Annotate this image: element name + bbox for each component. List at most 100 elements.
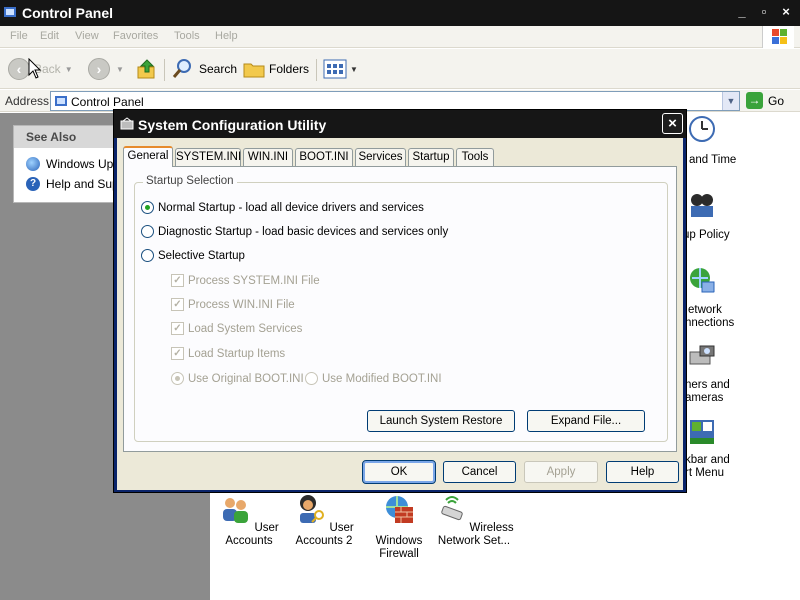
mouse-cursor-icon — [28, 58, 42, 79]
menu-view[interactable]: View — [75, 30, 99, 42]
cp-item-wireless-network[interactable]: Wireless Network Set... — [434, 493, 514, 548]
check-process-system-ini[interactable]: ✓ Process SYSTEM.INI File — [171, 274, 320, 287]
toolbar-separator — [316, 59, 317, 81]
see-also-link-windows-update[interactable]: Windows Upd — [26, 157, 120, 171]
up-folder-button[interactable] — [136, 56, 158, 82]
group-policy-label[interactable]: up Policy — [683, 229, 730, 242]
network-connections-icon[interactable] — [688, 266, 716, 294]
dialog-close-button[interactable]: × — [662, 113, 683, 134]
control-panel-small-icon — [55, 96, 67, 106]
menu-file[interactable]: File — [10, 30, 28, 42]
checkbox-label: Process WIN.INI File — [188, 298, 295, 311]
checkbox[interactable]: ✓ — [171, 322, 184, 335]
radio-label: Diagnostic Startup - load basic devices … — [158, 225, 449, 238]
radio-modified-boot-ini[interactable]: Use Modified BOOT.INI — [305, 372, 442, 385]
address-dropdown-icon[interactable]: ▼ — [722, 92, 739, 110]
address-value: Control Panel — [71, 95, 144, 109]
forward-button[interactable]: › ▼ — [88, 56, 124, 82]
check-process-win-ini[interactable]: ✓ Process WIN.INI File — [171, 298, 295, 311]
menu-help[interactable]: Help — [215, 30, 238, 42]
ok-button[interactable]: OK — [362, 460, 436, 484]
startup-selection-group: Startup Selection Normal Startup - load … — [134, 175, 668, 442]
tab-boot-ini[interactable]: BOOT.INI — [295, 148, 353, 166]
radio-button[interactable] — [305, 372, 318, 385]
date-time-label[interactable]: and Time — [689, 154, 736, 167]
menu-bar: File Edit View Favorites Tools Help — [0, 26, 800, 48]
radio-label: Normal Startup - load all device drivers… — [158, 201, 424, 214]
close-window-button[interactable]: × — [777, 4, 795, 21]
folders-label: Folders — [269, 62, 310, 76]
folders-icon — [243, 63, 265, 78]
radio-button[interactable] — [171, 372, 184, 385]
dialog-body: General SYSTEM.INI WIN.INI BOOT.INI Serv… — [117, 138, 683, 490]
radio-label: Selective Startup — [158, 249, 245, 262]
clock-icon[interactable] — [688, 115, 716, 143]
cancel-button[interactable]: Cancel — [443, 461, 516, 483]
cp-item-label: User Accounts 2 — [295, 522, 354, 547]
menu-tools[interactable]: Tools — [174, 30, 200, 42]
folders-button[interactable]: Folders — [243, 56, 309, 82]
control-panel-titlebar: Control Panel _ ▫ × — [0, 0, 800, 26]
taskbar-label-2[interactable]: rt Menu — [685, 467, 724, 480]
checkbox[interactable]: ✓ — [171, 347, 184, 360]
cp-item-windows-firewall[interactable]: Windows Firewall — [370, 493, 428, 561]
radio-normal-startup[interactable]: Normal Startup - load all device drivers… — [141, 201, 424, 214]
forward-dropdown-icon: ▼ — [116, 64, 124, 74]
help-button[interactable]: Help — [606, 461, 679, 483]
globe-icon — [26, 157, 40, 171]
menu-favorites[interactable]: Favorites — [113, 30, 158, 42]
views-button[interactable]: ▼ — [323, 56, 358, 82]
checkbox-label: Load Startup Items — [188, 347, 286, 360]
radio-button[interactable] — [141, 249, 154, 262]
check-load-startup-items[interactable]: ✓ Load Startup Items — [171, 347, 285, 360]
checkbox[interactable]: ✓ — [171, 298, 184, 311]
tab-general[interactable]: General — [123, 146, 173, 167]
network-label-2[interactable]: nnections — [685, 317, 734, 330]
tab-startup[interactable]: Startup — [408, 148, 454, 166]
scanners-label-2[interactable]: ameras — [685, 392, 723, 405]
search-button[interactable]: Search — [171, 56, 237, 82]
tab-system-ini[interactable]: SYSTEM.INI — [175, 148, 241, 166]
check-load-system-services[interactable]: ✓ Load System Services — [171, 322, 302, 335]
apply-button[interactable]: Apply — [524, 461, 598, 483]
wireless-icon — [441, 496, 464, 521]
tab-win-ini[interactable]: WIN.INI — [243, 148, 293, 166]
system-config-dialog: System Configuration Utility × General S… — [113, 109, 687, 493]
radio-selective-startup[interactable]: Selective Startup — [141, 249, 245, 262]
group-policy-icon[interactable] — [688, 191, 716, 219]
go-button[interactable]: → Go — [746, 92, 784, 109]
search-icon — [172, 59, 191, 78]
link-label: Windows Upd — [46, 157, 121, 171]
firewall-icon — [386, 496, 413, 523]
scanners-label-1[interactable]: ners and — [685, 379, 730, 392]
menu-edit[interactable]: Edit — [40, 30, 59, 42]
up-folder-icon — [137, 59, 155, 79]
window-title: Control Panel — [22, 5, 114, 21]
cp-item-label: Wireless Network Set... — [437, 522, 514, 547]
group-legend: Startup Selection — [143, 175, 237, 187]
see-also-link-help-support[interactable]: ? Help and Supp — [26, 177, 125, 191]
scanner-camera-icon[interactable] — [688, 342, 716, 370]
go-arrow-icon: → — [746, 92, 763, 109]
launch-system-restore-button[interactable]: Launch System Restore — [367, 410, 515, 432]
minimize-button[interactable]: _ — [733, 4, 751, 21]
expand-file-button[interactable]: Expand File... — [527, 410, 645, 432]
tab-services[interactable]: Services — [355, 148, 406, 166]
checkbox-label: Process SYSTEM.INI File — [188, 274, 320, 287]
radio-button[interactable] — [141, 225, 154, 238]
cp-item-user-accounts-2[interactable]: User Accounts 2 — [286, 493, 362, 548]
checkbox[interactable]: ✓ — [171, 274, 184, 287]
radio-button[interactable] — [141, 201, 154, 214]
radio-original-boot-ini[interactable]: Use Original BOOT.INI — [171, 372, 304, 385]
maximize-button[interactable]: ▫ — [755, 4, 773, 21]
cp-item-user-accounts[interactable]: User Accounts — [212, 493, 286, 548]
address-input[interactable]: Control Panel ▼ — [50, 91, 740, 111]
tab-tools[interactable]: Tools — [456, 148, 494, 166]
search-label: Search — [199, 62, 238, 76]
taskbar-label-1[interactable]: kbar and — [685, 454, 730, 467]
dialog-titlebar[interactable]: System Configuration Utility × — [114, 110, 686, 138]
toolbar-separator — [164, 59, 165, 81]
taskbar-start-menu-icon[interactable] — [688, 418, 716, 446]
radio-diagnostic-startup[interactable]: Diagnostic Startup - load basic devices … — [141, 225, 448, 238]
network-label-1[interactable]: etwork — [688, 304, 722, 317]
